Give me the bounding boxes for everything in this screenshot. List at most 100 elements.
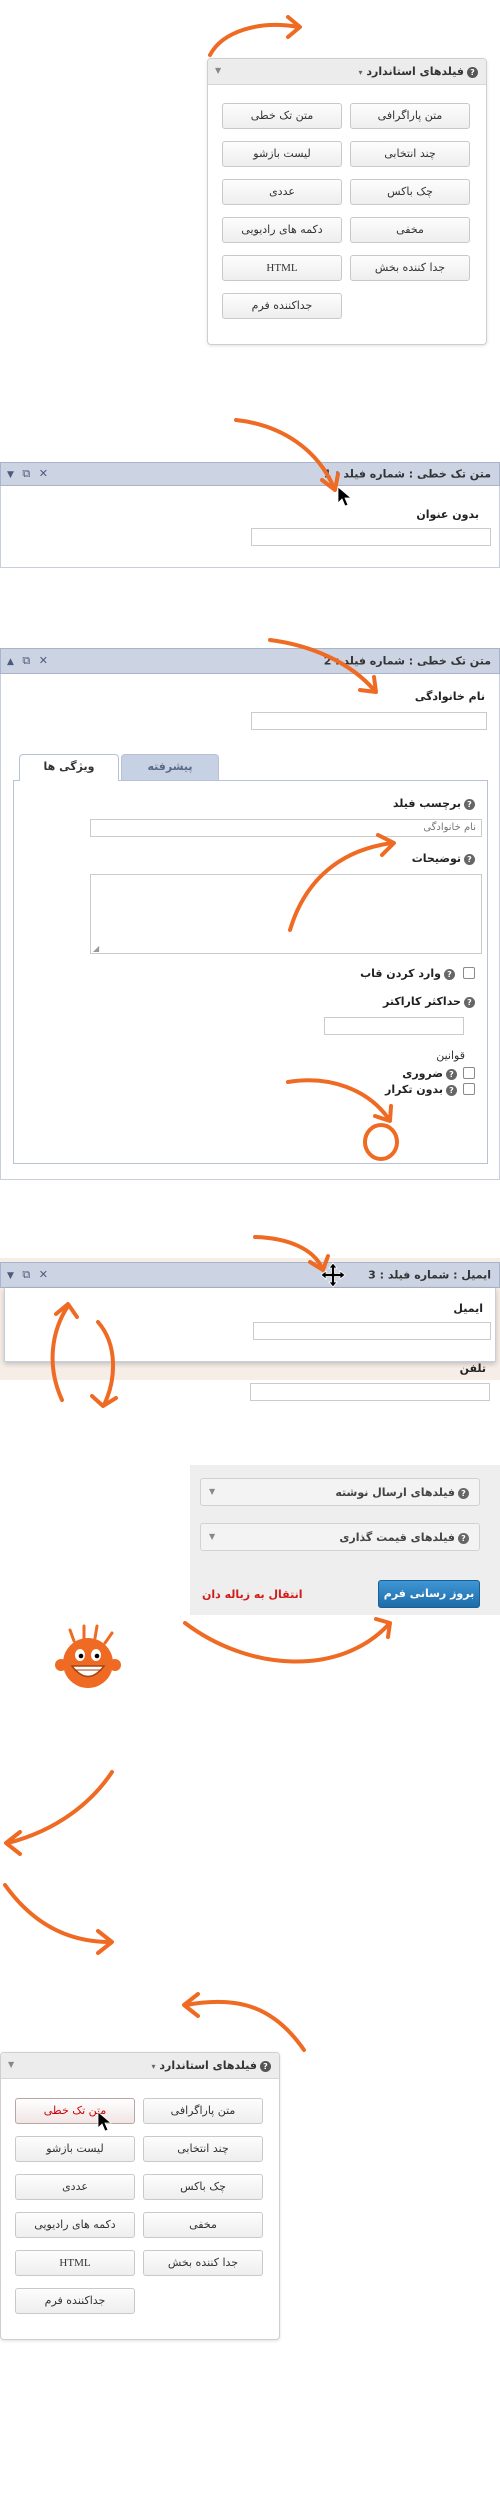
add-multiple-choice-button[interactable]: چند انتخابی [143,2136,263,2162]
add-form-page-break-button[interactable]: جداکننده فرم [15,2288,135,2314]
no-repeat-checkbox[interactable] [463,1083,475,1095]
properties-panel: ?برچسب فیلد نام خانوادگی ?توضیحات ◢ ?وار… [13,780,488,1164]
standard-fields-panel: ?فیلدهای استاندارد ▾ ▼ متن پاراگرافی متن… [207,58,487,345]
collapse-arrow-icon: ▾ [358,68,363,77]
add-checkbox-button[interactable]: چک باکس [350,179,470,205]
add-number-button[interactable]: عددی [222,179,342,205]
delete-icon[interactable]: ✕ [39,1268,48,1281]
smiley-mascot-icon [55,1624,121,1688]
add-multiple-choice-button[interactable]: چند انتخابی [350,141,470,167]
add-single-line-text-button[interactable]: متن تک خطی [15,2098,135,2124]
post-fields-title: ?فیلدهای ارسال نوشته [335,1486,469,1499]
phone-field-label: تلفن [459,1362,486,1375]
rules-heading: قوانین [436,1049,465,1062]
help-icon[interactable]: ? [458,1487,469,1499]
max-chars-label: ?حداکثر کاراکتر [383,995,475,1008]
field-3-body: ایمیل [4,1288,496,1362]
annotation-arrow [208,23,300,57]
delete-icon[interactable]: ✕ [39,467,48,480]
help-icon[interactable]: ? [464,798,475,810]
add-section-divider-button[interactable]: جدا کننده بخش [143,2250,263,2276]
add-paragraph-text-button[interactable]: متن پاراگرافی [350,103,470,129]
add-paragraph-text-button[interactable]: متن پاراگرافی [143,2098,263,2124]
field-3-header[interactable]: ایمیل : شماره فیلد : 3 ▼ ⧉ ✕ [0,1262,500,1288]
annotation-arrow [6,1770,114,1845]
add-dropdown-list-button[interactable]: لیست بازشو [222,141,342,167]
add-hidden-button[interactable]: مخفی [143,2212,263,2238]
add-radio-buttons-button[interactable]: دکمه های رادیویی [222,217,342,243]
description-textarea[interactable]: ◢ [90,874,482,954]
pricing-fields-panel[interactable]: ?فیلدهای قیمت گذاری ▼ [200,1523,480,1551]
help-icon[interactable]: ? [464,853,475,865]
add-radio-buttons-button[interactable]: دکمه های رادیویی [15,2212,135,2238]
field-1-header[interactable]: متن تک خطی : شماره فیلد : 1 ▼ ⧉ ✕ [0,462,500,486]
resize-handle-icon[interactable]: ◢ [93,944,99,953]
add-dropdown-list-button[interactable]: لیست بازشو [15,2136,135,2162]
standard-fields-title-2: فیلدهای استاندارد [159,2059,257,2072]
field-3-title: ایمیل : شماره فیلد : 3 [368,1268,491,1282]
help-icon[interactable]: ? [446,1084,457,1096]
phone-field-preview-input [250,1383,490,1401]
framed-input-checkbox[interactable] [463,967,475,979]
help-icon[interactable]: ? [446,1068,457,1080]
annotation-arrow [184,1999,306,2052]
add-html-button[interactable]: HTML [222,255,342,281]
add-section-divider-button[interactable]: جدا کننده بخش [350,255,470,281]
standard-fields-header-2[interactable]: ?فیلدهای استاندارد ▾ ▼ [1,2053,279,2079]
collapse-arrow-icon: ▾ [151,2062,156,2071]
add-single-line-text-button[interactable]: متن تک خطی [222,103,342,129]
field-1-body: بدون عنوان [0,486,500,568]
field-3-label: ایمیل [453,1302,483,1315]
chevron-down-icon[interactable]: ▼ [7,1271,14,1281]
pricing-fields-title: ?فیلدهای قیمت گذاری [339,1531,469,1544]
tab-advanced[interactable]: پیشرفته [121,754,219,780]
field-2-title: متن تک خطی : شماره فیلد : 2 [323,654,491,668]
standard-fields-header[interactable]: ?فیلدهای استاندارد ▾ ▼ [208,59,486,85]
annotation-arrow [3,1883,112,1944]
help-icon[interactable]: ? [444,968,455,980]
chevron-up-icon[interactable]: ▲ [7,657,14,667]
field-1-preview-input [251,528,491,546]
annotation-arrow [183,1621,390,1664]
field-2-label: نام خانوادگی [414,690,485,703]
duplicate-icon[interactable]: ⧉ [22,654,30,668]
toggle-icon[interactable]: ▼ [215,66,221,75]
add-number-button[interactable]: عددی [15,2174,135,2200]
annotation-arrowhead [4,1830,22,1856]
field-1-title: متن تک خطی : شماره فیلد : 1 [323,467,491,481]
no-repeat-label: ?بدون تکرار [385,1083,457,1096]
help-icon[interactable]: ? [458,1532,469,1544]
help-icon[interactable]: ? [467,66,478,78]
tab-properties[interactable]: ویژگی ها [19,754,119,781]
required-checkbox[interactable] [463,1067,475,1079]
standard-fields-panel-2: ?فیلدهای استاندارد ▾ ▼ متن پاراگرافی متن… [0,2052,280,2340]
field-2-body: نام خانوادگی پیشرفته ویژگی ها ?برچسب فیل… [0,674,500,1180]
max-chars-input[interactable] [324,1017,464,1035]
chevron-down-icon[interactable]: ▼ [7,470,14,480]
add-checkbox-button[interactable]: چک باکس [143,2174,263,2200]
add-form-page-break-button[interactable]: جداکننده فرم [222,293,342,319]
required-label: ?ضروری [402,1067,457,1080]
annotation-arrowhead [286,15,302,39]
field-2-header[interactable]: متن تک خطی : شماره فیلد : 2 ▲ ⧉ ✕ [0,648,500,674]
toggle-icon[interactable]: ▼ [8,2060,14,2069]
add-hidden-button[interactable]: مخفی [350,217,470,243]
post-fields-panel[interactable]: ?فیلدهای ارسال نوشته ▼ [200,1478,480,1506]
annotation-arrowhead [96,1929,114,1955]
toggle-icon[interactable]: ▼ [209,1532,215,1541]
delete-icon[interactable]: ✕ [39,654,48,667]
update-form-button[interactable]: بروز رسانی فرم [378,1580,480,1608]
field-3-preview-input [253,1322,491,1340]
duplicate-icon[interactable]: ⧉ [22,467,30,481]
duplicate-icon[interactable]: ⧉ [22,1268,30,1282]
add-html-button[interactable]: HTML [15,2250,135,2276]
field-1-label: بدون عنوان [416,508,479,521]
help-icon[interactable]: ? [464,996,475,1008]
help-icon[interactable]: ? [260,2060,271,2072]
field-label-input[interactable]: نام خانوادگی [90,819,482,837]
standard-fields-title: فیلدهای استاندارد [366,65,464,78]
toggle-icon[interactable]: ▼ [209,1487,215,1496]
move-to-trash-link[interactable]: انتقال به زباله دان [202,1588,302,1601]
field-2-preview-input [251,712,487,730]
annotation-arrowhead [182,1992,200,2018]
